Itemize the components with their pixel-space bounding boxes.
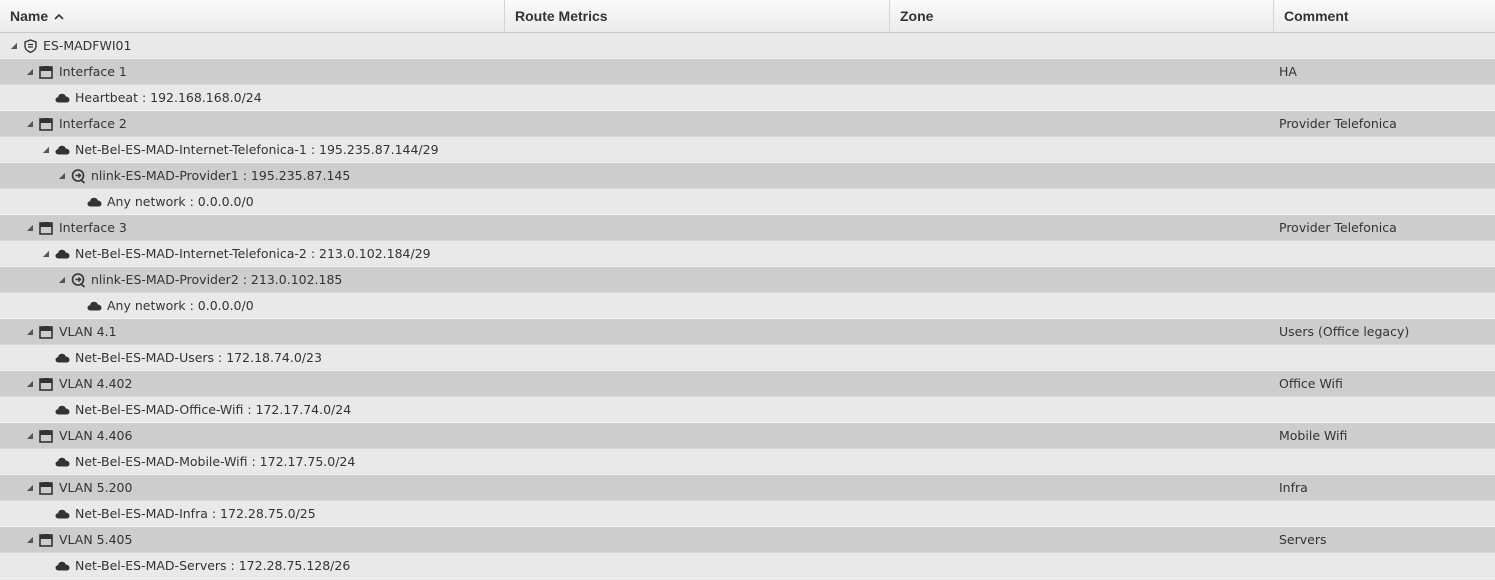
tree-row-label: VLAN 5.405 <box>59 532 133 547</box>
tree-row-label: nlink-ES-MAD-Provider1 : 195.235.87.145 <box>91 168 351 183</box>
expand-toggle-icon[interactable]: ◢ <box>41 241 51 267</box>
cloud-icon <box>54 402 70 418</box>
column-header-name[interactable]: Name <box>0 0 505 32</box>
expand-toggle-icon[interactable]: ◢ <box>41 137 51 163</box>
cloud-icon <box>86 194 102 210</box>
comment-cell: Infra <box>1279 480 1308 495</box>
tree-row-label: Interface 3 <box>59 220 127 235</box>
tree-row-label: Heartbeat : 192.168.168.0/24 <box>75 90 262 105</box>
tree-row-label: Net-Bel-ES-MAD-Office-Wifi : 172.17.74.0… <box>75 402 352 417</box>
tree-row[interactable]: ◢ Net-Bel-ES-MAD-Mobile-Wifi : 172.17.75… <box>0 449 1495 475</box>
comment-cell: Servers <box>1279 532 1327 547</box>
cloud-icon <box>54 454 70 470</box>
tree-row-label: VLAN 4.406 <box>59 428 133 443</box>
tree-row-label: nlink-ES-MAD-Provider2 : 213.0.102.185 <box>91 272 343 287</box>
column-header-comment[interactable]: Comment <box>1274 0 1495 32</box>
tree-row[interactable]: ◢ Net-Bel-ES-MAD-Servers : 172.28.75.128… <box>0 553 1495 579</box>
cloud-icon <box>54 246 70 262</box>
tree-row-label: VLAN 4.1 <box>59 324 117 339</box>
cloud-icon <box>54 142 70 158</box>
interface-icon <box>38 428 54 444</box>
tree-row[interactable]: ◢ Net-Bel-ES-MAD-Infra : 172.28.75.0/25 <box>0 501 1495 527</box>
interface-icon <box>38 480 54 496</box>
expand-toggle-icon[interactable]: ◢ <box>25 371 35 397</box>
tree-row-label: Net-Bel-ES-MAD-Servers : 172.28.75.128/2… <box>75 558 351 573</box>
tree-row[interactable]: ◢ VLAN 5.405 Servers <box>0 527 1495 553</box>
column-header-zone[interactable]: Zone <box>890 0 1274 32</box>
expand-toggle-icon[interactable]: ◢ <box>25 59 35 85</box>
tree-row-label: Interface 2 <box>59 116 127 131</box>
cloud-icon <box>54 90 70 106</box>
tree-row[interactable]: ◢ nlink-ES-MAD-Provider1 : 195.235.87.14… <box>0 163 1495 189</box>
router-icon <box>70 272 86 288</box>
interface-icon <box>38 116 54 132</box>
column-header-route-metrics-label: Route Metrics <box>515 8 608 24</box>
sort-ascending-icon[interactable] <box>54 2 64 34</box>
tree-table-body: ◢ ES-MADFWI01 ◢ Interface 1 HA ◢ Heartbe… <box>0 33 1495 579</box>
expand-toggle-icon[interactable]: ◢ <box>25 215 35 241</box>
tree-row-label: VLAN 4.402 <box>59 376 133 391</box>
tree-row-label: Net-Bel-ES-MAD-Mobile-Wifi : 172.17.75.0… <box>75 454 356 469</box>
column-header-route-metrics[interactable]: Route Metrics <box>505 0 890 32</box>
cloud-icon <box>54 506 70 522</box>
tree-row[interactable]: ◢ Any network : 0.0.0.0/0 <box>0 293 1495 319</box>
tree-row[interactable]: ◢ Net-Bel-ES-MAD-Internet-Telefonica-2 :… <box>0 241 1495 267</box>
tree-row[interactable]: ◢ VLAN 4.1 Users (Office legacy) <box>0 319 1495 345</box>
interface-icon <box>38 532 54 548</box>
interface-icon <box>38 324 54 340</box>
column-header-zone-label: Zone <box>900 8 934 24</box>
tree-row[interactable]: ◢ nlink-ES-MAD-Provider2 : 213.0.102.185 <box>0 267 1495 293</box>
tree-row[interactable]: ◢ VLAN 4.402 Office Wifi <box>0 371 1495 397</box>
column-header-comment-label: Comment <box>1284 8 1349 24</box>
tree-row[interactable]: ◢ ES-MADFWI01 <box>0 33 1495 59</box>
tree-row[interactable]: ◢ Net-Bel-ES-MAD-Users : 172.18.74.0/23 <box>0 345 1495 371</box>
interface-icon <box>38 376 54 392</box>
tree-row[interactable]: ◢ Heartbeat : 192.168.168.0/24 <box>0 85 1495 111</box>
tree-row-label: ES-MADFWI01 <box>43 38 132 53</box>
router-icon <box>70 168 86 184</box>
tree-row-label: Any network : 0.0.0.0/0 <box>107 194 254 209</box>
firewall-icon <box>22 38 38 54</box>
comment-cell: Office Wifi <box>1279 376 1343 391</box>
tree-row[interactable]: ◢ VLAN 5.200 Infra <box>0 475 1495 501</box>
tree-row[interactable]: ◢ VLAN 4.406 Mobile Wifi <box>0 423 1495 449</box>
expand-toggle-icon[interactable]: ◢ <box>25 475 35 501</box>
expand-toggle-icon[interactable]: ◢ <box>25 319 35 345</box>
expand-toggle-icon[interactable]: ◢ <box>57 267 67 293</box>
tree-row[interactable]: ◢ Net-Bel-ES-MAD-Office-Wifi : 172.17.74… <box>0 397 1495 423</box>
column-header-name-label: Name <box>10 8 49 24</box>
expand-toggle-icon[interactable]: ◢ <box>25 111 35 137</box>
comment-cell: Provider Telefonica <box>1279 220 1397 235</box>
expand-toggle-icon[interactable]: ◢ <box>25 423 35 449</box>
expand-toggle-icon[interactable]: ◢ <box>9 33 19 59</box>
comment-cell: Provider Telefonica <box>1279 116 1397 131</box>
tree-row[interactable]: ◢ Interface 3 Provider Telefonica <box>0 215 1495 241</box>
tree-row[interactable]: ◢ Interface 2 Provider Telefonica <box>0 111 1495 137</box>
tree-row[interactable]: ◢ Interface 1 HA <box>0 59 1495 85</box>
cloud-icon <box>86 298 102 314</box>
tree-row-label: VLAN 5.200 <box>59 480 133 495</box>
tree-row-label: Net-Bel-ES-MAD-Users : 172.18.74.0/23 <box>75 350 322 365</box>
tree-row-label: Net-Bel-ES-MAD-Infra : 172.28.75.0/25 <box>75 506 316 521</box>
tree-row-label: Interface 1 <box>59 64 127 79</box>
expand-toggle-icon[interactable]: ◢ <box>25 527 35 553</box>
interface-icon <box>38 220 54 236</box>
comment-cell: Mobile Wifi <box>1279 428 1348 443</box>
interface-icon <box>38 64 54 80</box>
tree-row-label: Net-Bel-ES-MAD-Internet-Telefonica-1 : 1… <box>75 142 439 157</box>
cloud-icon <box>54 558 70 574</box>
expand-toggle-icon[interactable]: ◢ <box>57 163 67 189</box>
tree-row-label: Net-Bel-ES-MAD-Internet-Telefonica-2 : 2… <box>75 246 431 261</box>
comment-cell: HA <box>1279 64 1297 79</box>
tree-row[interactable]: ◢ Any network : 0.0.0.0/0 <box>0 189 1495 215</box>
cloud-icon <box>54 350 70 366</box>
comment-cell: Users (Office legacy) <box>1279 324 1410 339</box>
tree-row-label: Any network : 0.0.0.0/0 <box>107 298 254 313</box>
tree-row[interactable]: ◢ Net-Bel-ES-MAD-Internet-Telefonica-1 :… <box>0 137 1495 163</box>
table-header: Name Route Metrics Zone Comment <box>0 0 1495 33</box>
